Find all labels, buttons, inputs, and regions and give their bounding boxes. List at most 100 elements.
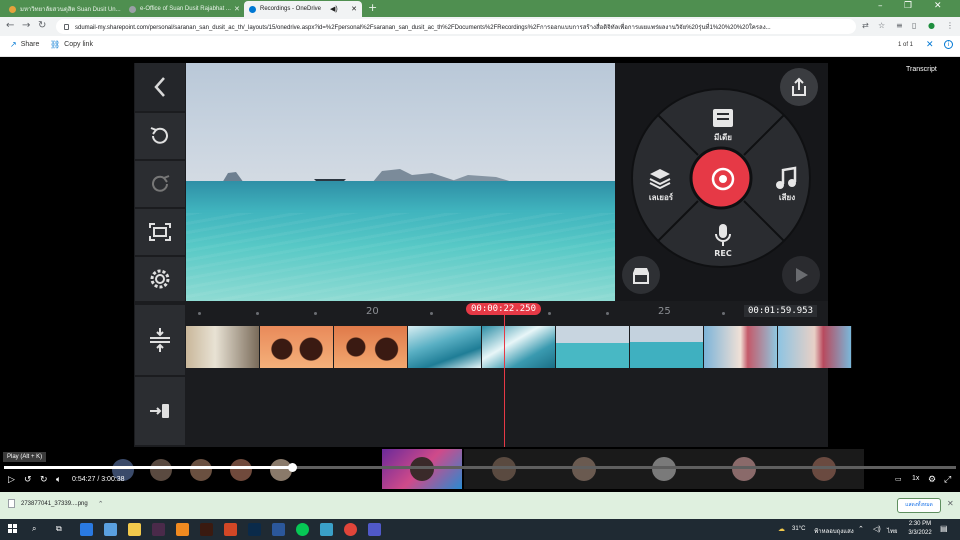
chrome-icon[interactable] [344,523,357,536]
download-item[interactable]: 273877041_37339....png ⌃ [8,499,104,508]
menu-kebab-icon[interactable]: ⋮ [946,20,954,32]
clip-thumbnail[interactable] [482,326,556,368]
side-panel-icon[interactable]: ▯ [912,20,916,32]
tab-suan-dusit[interactable]: มหาวิทยาลัยสวนดุสิต Suan Dusit Un... ✕ [4,1,124,17]
chevron-left-icon [154,77,165,97]
weather-icon[interactable]: ☁ [778,525,785,533]
store-icon [633,268,649,284]
media-browser-icon[interactable] [712,108,734,128]
redo-button[interactable] [135,161,185,207]
clip-thumbnail[interactable] [630,326,704,368]
jump-end-icon [150,404,169,418]
play-icon[interactable]: ▷ [8,475,15,485]
forward-10-icon[interactable]: ↻ [40,475,48,485]
photoshop-icon[interactable] [248,523,261,536]
volume-tray-icon[interactable]: ◁) [873,525,881,533]
camera-shutter-icon[interactable] [710,166,736,192]
captions-icon[interactable]: ▭ [895,475,902,483]
timeline[interactable]: 20 25 00:00:22.250 00:01:59.953 [186,301,852,447]
clock-time[interactable]: 2:30 PM [906,521,934,527]
microphone-icon[interactable] [715,223,731,247]
asset-store-button[interactable] [622,256,660,294]
clip-thumbnail[interactable] [186,326,260,368]
settings-gear-icon[interactable]: ⚙ [928,475,936,485]
search-icon[interactable]: ⌕ [32,524,36,534]
illustrator-icon[interactable] [200,523,213,536]
tab-e-office[interactable]: e-Office of Suan Dusit Rajabhat ... ✕ [124,1,244,17]
new-tab-button[interactable]: + [368,1,377,14]
translate-icon[interactable]: ⇄ [862,20,869,32]
fullscreen-preview-button[interactable] [135,209,185,255]
playback-speed-button[interactable]: 1x [912,475,919,482]
clip-track[interactable] [186,326,852,368]
playhead[interactable] [504,313,505,447]
video-player[interactable]: Transcript มีเดีย เลเยอร์ เสียง REC 20 2… [0,57,960,492]
music-note-icon[interactable] [775,166,797,190]
preview-video[interactable] [186,63,615,301]
fullscreen-icon[interactable]: ⤢ [944,475,951,485]
clip-thumbnail[interactable] [334,326,408,368]
transcript-button[interactable]: Transcript [906,66,937,73]
input-language[interactable]: ไทย [887,526,898,536]
bookmark-star-icon[interactable]: ☆ [878,20,885,32]
teams-icon[interactable] [368,523,381,536]
close-icon[interactable]: ✕ [947,499,954,508]
app-icon[interactable] [152,523,165,536]
jump-to-end-button[interactable] [135,377,185,445]
seek-thumb[interactable] [287,463,297,472]
tab-audio-icon[interactable]: ◀) [327,5,338,13]
window-maximize-icon[interactable]: ❐ [904,1,912,11]
clip-thumbnail[interactable] [556,326,630,368]
info-icon[interactable]: i [944,40,953,49]
powerpoint-icon[interactable] [224,523,237,536]
clip-thumbnail[interactable] [778,326,852,368]
window-close-icon[interactable]: ✕ [934,1,942,11]
back-icon[interactable]: ← [6,19,14,33]
volume-icon[interactable]: 🔈︎ [56,475,61,485]
tab-close-icon[interactable]: ✕ [348,5,357,13]
forward-icon[interactable]: → [22,19,30,33]
windows-start-icon[interactable] [8,524,18,534]
clip-thumbnail[interactable] [408,326,482,368]
task-view-icon[interactable]: ⧉ [56,524,62,534]
share-button[interactable]: ↗ Share [10,40,39,49]
reading-list-icon[interactable]: ≡ [896,20,903,32]
window-minimize-icon[interactable]: – [878,1,883,11]
seek-bar[interactable] [4,463,956,472]
profile-avatar-icon[interactable]: ● [928,20,935,32]
layer-icon[interactable] [648,167,672,189]
clock-date[interactable]: 3/3/2022 [904,530,936,536]
address-bar[interactable]: sdumail-my.sharepoint.com/personal/saran… [56,19,856,34]
settings-button[interactable] [135,257,185,301]
clip-thumbnail[interactable] [704,326,778,368]
tab-close-icon[interactable]: ✕ [231,5,240,13]
word-icon[interactable] [272,523,285,536]
show-all-button[interactable]: แสดงทั้งหมด [897,498,941,513]
track-expand-button[interactable] [135,305,185,375]
app-icon[interactable] [320,523,333,536]
tab-recordings-onedrive[interactable]: Recordings - OneDrive ◀) ✕ [244,1,362,17]
pager-text: 1 of 1 [898,42,914,48]
file-icon [8,499,15,508]
vlc-icon[interactable] [176,523,189,536]
store-app-icon[interactable] [104,523,117,536]
notifications-icon[interactable]: ▤ [940,524,948,533]
windows-taskbar: ⌕ ⧉ ☁ 31°C ฟ้าหลอบถุงแสง ⌃ ◁) ไทย 2:30 P… [0,519,960,540]
ruler-dot [548,312,551,315]
reload-icon[interactable]: ↻ [38,19,46,33]
tray-chevron-icon[interactable]: ⌃ [858,525,864,533]
edge-icon[interactable] [80,523,93,536]
redo-icon [152,175,170,192]
back-button[interactable] [135,63,185,111]
clip-thumbnail[interactable] [260,326,334,368]
chevron-up-icon[interactable]: ⌃ [98,500,104,508]
avatar [492,457,516,481]
preview-play-button[interactable] [782,256,820,294]
close-viewer-icon[interactable]: ✕ [926,40,934,50]
line-icon[interactable] [296,523,309,536]
file-explorer-icon[interactable] [128,523,141,536]
ruler-dot [606,312,609,315]
rewind-10-icon[interactable]: ↺ [24,475,32,485]
copy-link-button[interactable]: ⛓ Copy link [50,40,93,49]
undo-button[interactable] [135,113,185,159]
